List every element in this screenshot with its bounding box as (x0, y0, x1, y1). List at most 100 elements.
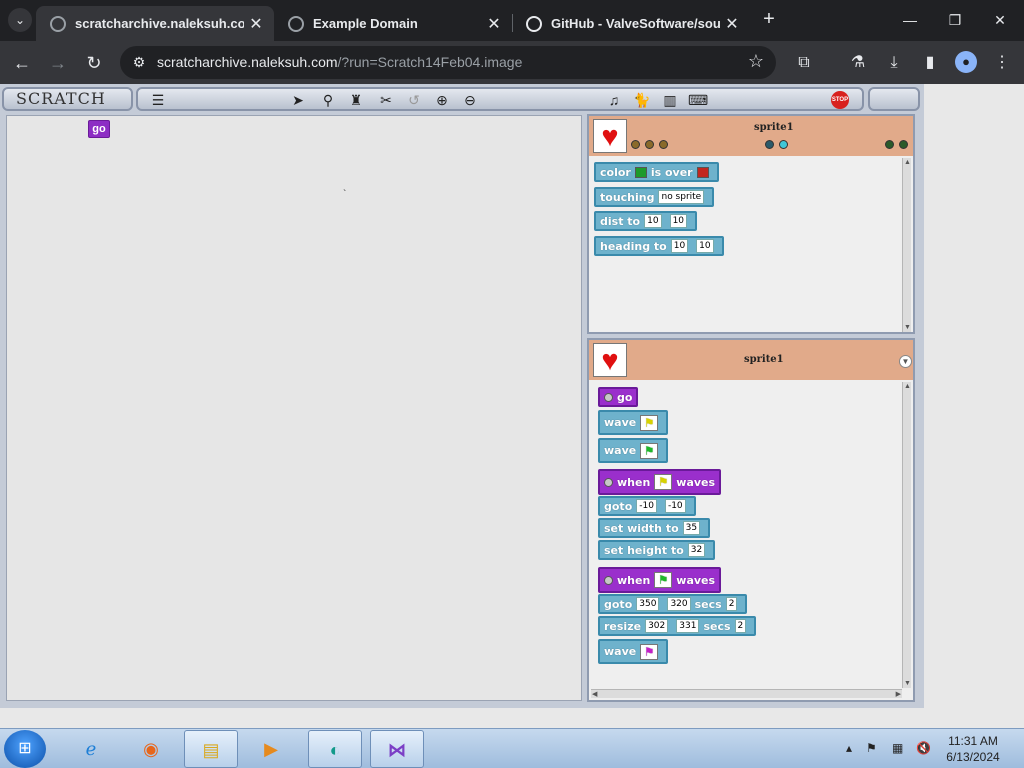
bookmark-star-icon[interactable]: ☆ (748, 51, 764, 72)
heart-sprite-icon[interactable]: ♥ (593, 119, 627, 153)
scroll-left-icon[interactable]: ◀ (592, 690, 597, 699)
green-flag-icon[interactable]: ⚑ (640, 442, 659, 459)
scroll-down-icon[interactable]: ▼ (904, 323, 911, 332)
block-wave-green[interactable]: wave ⚑ (598, 438, 669, 463)
media-player-icon[interactable]: ▶ (244, 730, 298, 768)
heart-sprite-icon[interactable]: ♥ (593, 343, 627, 377)
site-info-icon[interactable]: ⚙ (128, 51, 150, 73)
magenta-flag-icon[interactable]: ⚑ (640, 643, 659, 660)
windows-start-button[interactable]: ⊞ (4, 730, 46, 768)
block-color-is-over[interactable]: color is over (594, 162, 719, 182)
block-when-yellow-waves[interactable]: when ⚑ waves (598, 469, 722, 495)
keyboard-icon[interactable]: ⌨ (688, 91, 708, 109)
goto-x-input[interactable]: -10 (636, 499, 657, 513)
green-flag-icon[interactable]: ⚑ (654, 572, 673, 588)
internet-explorer-icon[interactable]: ℯ (64, 730, 118, 768)
close-tab-icon[interactable]: ✕ (482, 14, 506, 34)
block-dist-to[interactable]: dist to 10 10 (594, 211, 698, 231)
tab-search-chevron-icon[interactable]: ⌄ (8, 8, 32, 32)
scroll-down-icon[interactable]: ▼ (904, 679, 911, 688)
music-note-icon[interactable]: ♫ (604, 91, 624, 109)
tray-expand-icon[interactable]: ▴ (846, 741, 852, 755)
browser-menu-icon[interactable]: ⋮ (990, 51, 1014, 75)
stamp-icon[interactable]: ♜ (346, 91, 366, 109)
file-explorer-icon[interactable]: ▤ (184, 730, 238, 768)
scroll-up-icon[interactable]: ▲ (904, 382, 911, 391)
scroll-up-icon[interactable]: ▲ (904, 158, 911, 167)
block-touching[interactable]: touching no sprite (594, 187, 715, 207)
dist-x-input[interactable]: 10 (644, 214, 662, 228)
block-when-green-waves[interactable]: when ⚑ waves (598, 567, 722, 593)
minimize-icon[interactable]: — (895, 8, 925, 32)
category-dot-icon[interactable] (899, 140, 908, 149)
new-tab-plus-icon[interactable]: + (757, 8, 781, 32)
block-goto[interactable]: goto -10 -10 (598, 496, 696, 516)
block-heading-to[interactable]: heading to 10 10 (594, 236, 724, 256)
color-swatch-green[interactable] (634, 166, 647, 178)
stop-button[interactable]: STOP (831, 91, 849, 109)
back-arrow-icon[interactable]: ← (8, 49, 36, 77)
category-dot-icon[interactable] (885, 140, 894, 149)
block-set-width[interactable]: set width to 35 (598, 518, 711, 538)
profile-avatar-icon[interactable]: ● (955, 51, 977, 73)
network-icon[interactable]: ▦ (892, 741, 903, 755)
palette-scrollbar[interactable]: ▲ ▼ (902, 158, 911, 332)
tab-scratcharchive[interactable]: scratcharchive.naleksuh.com/? ✕ (36, 6, 274, 41)
collapse-chevron-icon[interactable]: ▼ (899, 355, 912, 368)
resize-width-input[interactable]: 302 (645, 619, 669, 633)
secs-input[interactable]: 2 (734, 619, 747, 633)
app-teal-icon[interactable]: ◐ (308, 730, 362, 768)
height-input[interactable]: 32 (687, 543, 706, 557)
close-tab-icon[interactable]: ✕ (720, 14, 744, 34)
category-dot-icon[interactable] (765, 140, 774, 149)
zoom-out-icon[interactable]: ⊖ (460, 91, 480, 109)
download-icon[interactable]: ⤓ (882, 51, 906, 75)
tab-example-domain[interactable]: Example Domain ✕ (274, 6, 512, 41)
category-dot-icon[interactable] (645, 140, 654, 149)
visual-studio-icon[interactable]: ⋈ (370, 730, 424, 768)
color-swatch-red[interactable] (696, 166, 709, 178)
block-wave-yellow[interactable]: wave ⚑ (598, 410, 669, 435)
dist-y-input[interactable]: 10 (669, 214, 688, 228)
yellow-flag-icon[interactable]: ⚑ (640, 414, 659, 431)
category-dot-icon[interactable] (631, 140, 640, 149)
heading-y-input[interactable]: 10 (696, 239, 714, 253)
secs-input[interactable]: 2 (725, 597, 738, 611)
stage-go-button[interactable]: go (88, 120, 110, 138)
resize-height-input[interactable]: 331 (676, 619, 700, 633)
category-dot-icon[interactable] (779, 140, 788, 149)
pointer-arrow-icon[interactable]: ➤ (288, 91, 308, 109)
menu-list-icon[interactable]: ☰ (148, 91, 168, 109)
action-center-flag-icon[interactable]: ⚑ (866, 741, 877, 755)
firefox-icon[interactable]: ◉ (124, 730, 178, 768)
close-window-icon[interactable]: ✕ (985, 8, 1015, 32)
close-tab-icon[interactable]: ✕ (244, 14, 268, 34)
category-dot-icon[interactable] (659, 140, 668, 149)
scissors-icon[interactable]: ✂ (376, 91, 396, 109)
labs-flask-icon[interactable]: ⚗ (846, 51, 870, 75)
block-goto-secs[interactable]: goto 350 320 secs 2 (598, 594, 748, 614)
address-bar[interactable]: ⚙ scratcharchive.naleksuh.com/?run=Scrat… (120, 46, 776, 79)
goto-x-input[interactable]: 350 (636, 597, 660, 611)
stage-canvas[interactable]: go ` (6, 115, 582, 701)
film-strip-icon[interactable]: ▥ (660, 91, 680, 109)
undo-icon[interactable]: ↺ (404, 91, 424, 109)
script-scrollbar-vertical[interactable]: ▲ ▼ (902, 382, 911, 688)
small-magnify-icon[interactable]: ⚲ (318, 91, 338, 109)
volume-muted-icon[interactable]: 🔇 (916, 741, 931, 755)
block-resize-secs[interactable]: resize 302 331 secs 2 (598, 616, 757, 636)
sprite-select-input[interactable]: no sprite (658, 190, 705, 204)
side-panel-icon[interactable]: ▮ (918, 51, 942, 75)
cat-sprite-icon[interactable]: 🐈 (632, 91, 652, 109)
script-scrollbar-horizontal[interactable]: ◀ ▶ (591, 689, 902, 698)
goto-y-input[interactable]: 320 (667, 597, 691, 611)
goto-y-input[interactable]: -10 (664, 499, 686, 513)
block-set-height[interactable]: set height to 32 (598, 540, 716, 560)
taskbar-clock[interactable]: 11:31 AM 6/13/2024 (930, 733, 1016, 765)
url-text[interactable]: scratcharchive.naleksuh.com/?run=Scratch… (157, 54, 522, 70)
tab-github[interactable]: GitHub - ValveSoftware/source ✕ (512, 6, 750, 41)
block-go-hat[interactable]: go (598, 387, 639, 407)
block-wave-magenta[interactable]: wave ⚑ (598, 639, 669, 664)
scroll-right-icon[interactable]: ▶ (896, 690, 901, 699)
yellow-flag-icon[interactable]: ⚑ (654, 474, 673, 490)
